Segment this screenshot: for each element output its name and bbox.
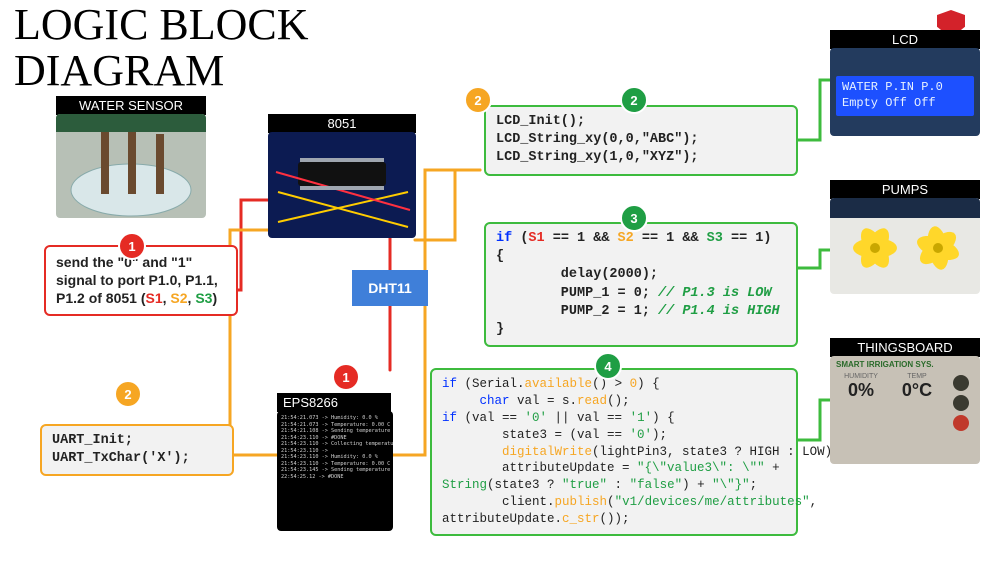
pumps-label: PUMPS (830, 180, 980, 199)
status-dot-2 (953, 395, 969, 411)
tb-title: SMART IRRIGATION SYS. (830, 356, 980, 373)
tb-hum-val: 0% (836, 380, 886, 401)
pumps-image (830, 198, 980, 294)
status-dot-1 (953, 375, 969, 391)
code-pump: if (S1 == 1 && S2 == 1 && S3 == 1) { del… (484, 222, 798, 347)
mcu-label: 8051 (268, 114, 416, 133)
water-sensor-label: WATER SENSOR (56, 96, 206, 115)
badge-1b: 1 (332, 363, 360, 391)
tb-label: THINGSBOARD (830, 338, 980, 357)
title-line-1: LOGIC BLOCK (14, 0, 309, 49)
esp-label: EPS8266 (277, 393, 391, 412)
badge-4g: 4 (594, 352, 622, 380)
tb-hum-lbl: HUMIDITY (836, 373, 886, 380)
badge-1a: 1 (118, 232, 146, 260)
lcd-label: LCD (830, 30, 980, 49)
b1-s2: S2 (170, 290, 187, 306)
mcu-image (268, 132, 416, 238)
badge-2g: 2 (620, 86, 648, 114)
code-serial: if (Serial.available() > 0) { char val =… (430, 368, 798, 536)
tb-dashboard: SMART IRRIGATION SYS. HUMIDITY 0% TEMP 0… (830, 356, 980, 464)
esp-console: 21:54:21.073 -> Humidity: 0.0 % 21:54:21… (277, 411, 393, 531)
water-sensor-image (56, 114, 206, 218)
b1-s3: S3 (195, 290, 212, 306)
badge-3g: 3 (620, 204, 648, 232)
lcd-text-1: WATER P.IN P.0 (842, 80, 943, 94)
page-title: LOGIC BLOCK DIAGRAM (14, 2, 309, 94)
status-dot-3 (953, 415, 969, 431)
tb-temp-lbl: TEMP (892, 373, 942, 380)
uart-code: UART_Init; UART_TxChar('X'); (40, 424, 234, 476)
b1-s1: S1 (146, 290, 163, 306)
tb-temp-val: 0°C (892, 380, 942, 401)
lcd-text-2: Empty Off Off (842, 96, 936, 110)
badge-2o: 2 (464, 86, 492, 114)
dht11-box: DHT11 (352, 270, 428, 306)
title-line-2: DIAGRAM (14, 46, 224, 95)
code-lcd: LCD_Init(); LCD_String_xy(0,0,"ABC"); LC… (484, 105, 798, 176)
badge-2a: 2 (114, 380, 142, 408)
